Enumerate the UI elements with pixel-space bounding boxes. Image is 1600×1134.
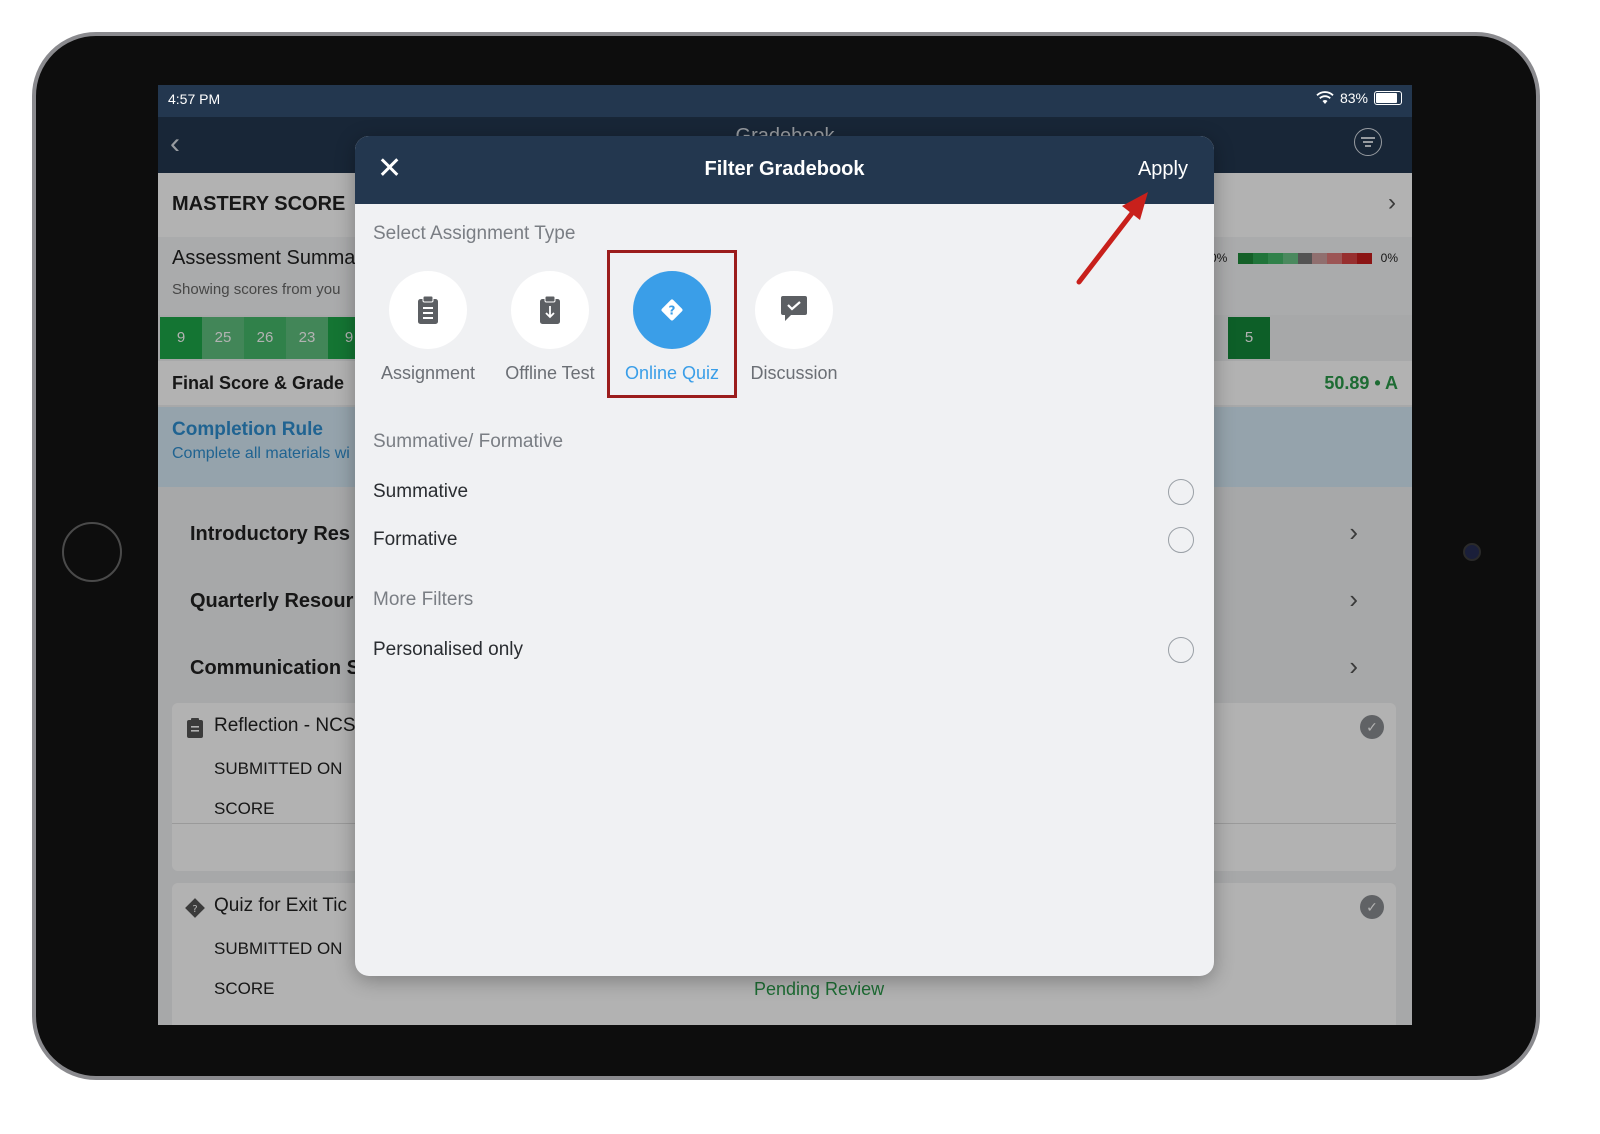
formative-option[interactable]: Formative — [373, 527, 1196, 559]
clipboard-icon — [418, 295, 438, 324]
summative-heading: Summative/ Formative — [373, 431, 564, 452]
personalised-label: Personalised only — [373, 639, 523, 660]
status-bar: 4:57 PM 83% — [158, 85, 1412, 117]
formative-radio[interactable] — [1168, 527, 1194, 553]
battery-percent: 83% — [1339, 90, 1368, 106]
type-discussion-label: Discussion — [750, 363, 838, 383]
summative-option[interactable]: Summative — [373, 479, 1196, 511]
personalised-option[interactable]: Personalised only — [373, 637, 1196, 669]
chat-check-icon — [781, 296, 807, 321]
type-assignment-circle[interactable] — [389, 271, 467, 349]
wifi-icon — [1316, 91, 1334, 104]
status-time: 4:57 PM — [168, 91, 221, 107]
highlight-box — [607, 250, 737, 398]
personalised-radio[interactable] — [1168, 637, 1194, 663]
type-assignment-label: Assignment — [380, 363, 476, 383]
camera-dot — [1463, 543, 1481, 561]
modal-title: Filter Gradebook — [704, 158, 865, 180]
formative-label: Formative — [373, 529, 458, 550]
type-discussion-circle[interactable] — [755, 271, 833, 349]
select-type-heading: Select Assignment Type — [373, 223, 576, 244]
annotation-arrow-icon — [1076, 192, 1148, 285]
summative-radio[interactable] — [1168, 479, 1194, 505]
screen: 4:57 PM 83% ‹ Gradebook MASTERY SCORE › … — [158, 85, 1412, 1025]
apply-button[interactable]: Apply — [1138, 158, 1188, 181]
more-filters-heading: More Filters — [373, 589, 474, 610]
type-assignment[interactable]: Assignment — [367, 271, 489, 384]
home-button[interactable] — [62, 522, 122, 582]
offline-test-icon — [540, 295, 560, 324]
battery-icon — [1374, 91, 1402, 105]
type-offline-test[interactable]: Offline Test — [489, 271, 611, 384]
summative-label: Summative — [373, 481, 469, 502]
type-offline-test-circle[interactable] — [511, 271, 589, 349]
type-discussion[interactable]: Discussion — [733, 271, 855, 384]
type-offline-test-label: Offline Test — [505, 363, 595, 383]
